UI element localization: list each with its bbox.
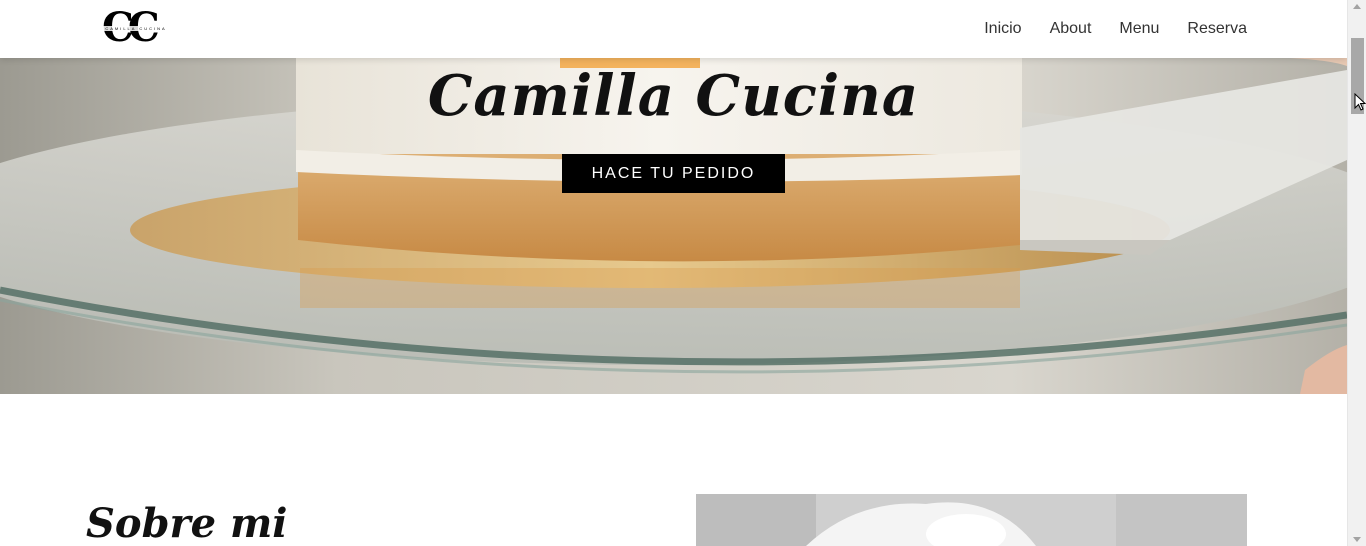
scroll-down-arrow-icon[interactable] (1353, 537, 1361, 542)
nav-item-about[interactable]: About (1050, 0, 1092, 58)
about-photo-image (696, 494, 1247, 546)
about-title: Sobre mi (86, 500, 288, 546)
page-viewport: Camilla Cucina HACE TU PEDIDO CC CAMILLA… (0, 0, 1347, 546)
hero-section: Camilla Cucina HACE TU PEDIDO (0, 0, 1347, 394)
mouse-cursor-icon (1354, 93, 1366, 111)
site-header: CC CAMILLA CUCINA Inicio About Menu Rese… (0, 0, 1347, 58)
nav-item-inicio[interactable]: Inicio (984, 0, 1021, 58)
page-scrollbar[interactable] (1347, 0, 1366, 546)
nav-item-reserva[interactable]: Reserva (1187, 0, 1247, 58)
brand-logo[interactable]: CC CAMILLA CUCINA (100, 6, 172, 50)
main-nav: Inicio About Menu Reserva (956, 0, 1247, 58)
scroll-up-arrow-icon[interactable] (1353, 4, 1361, 9)
logo-wordmark: CAMILLA CUCINA (100, 26, 172, 31)
hero-title: Camilla Cucina (427, 63, 920, 129)
about-photo (696, 494, 1247, 546)
nav-item-menu[interactable]: Menu (1119, 0, 1159, 58)
order-cta-button[interactable]: HACE TU PEDIDO (562, 154, 785, 193)
